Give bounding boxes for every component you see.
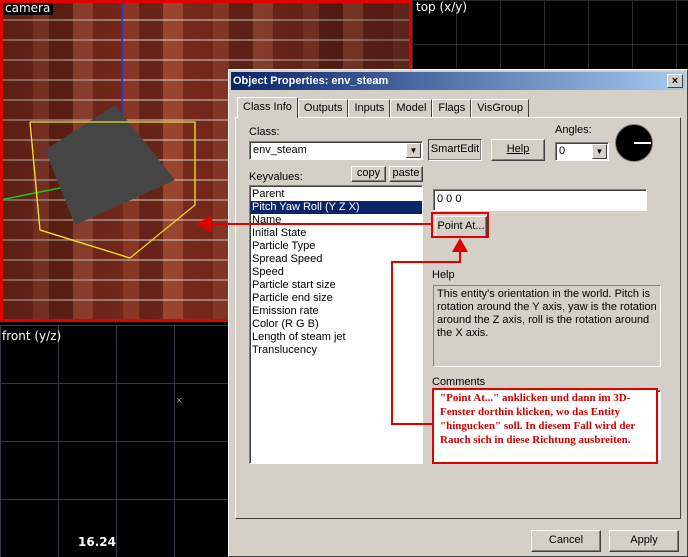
keyvalues-label: Keyvalues: <box>249 171 303 183</box>
keyvalue-input[interactable]: 0 0 0 <box>433 189 647 211</box>
keyvalue-item[interactable]: Speed <box>250 266 422 279</box>
chevron-down-icon[interactable]: ▼ <box>406 143 421 158</box>
angles-label: Angles: <box>555 124 592 136</box>
class-dropdown[interactable]: env_steam ▼ <box>249 141 423 160</box>
tab-model[interactable]: Model <box>390 99 433 117</box>
annotation-note: "Point At..." anklicken und dann im 3D-F… <box>432 388 658 464</box>
point-at-highlight <box>431 212 489 238</box>
angle-dial-icon[interactable] <box>615 124 653 162</box>
copy-button[interactable]: copy <box>351 166 386 182</box>
tab-class-info[interactable]: Class Info <box>237 97 298 118</box>
keyvalue-item[interactable]: Initial State <box>250 227 422 240</box>
smartedit-label: SmartEdit <box>430 143 480 155</box>
dialog-titlebar[interactable]: Object Properties: env_steam × <box>231 72 685 90</box>
keyvalue-item[interactable]: Translucency <box>250 344 422 357</box>
camera-viewport-label: camera <box>3 3 54 15</box>
front-viewport-label: front (y/z) <box>2 329 62 343</box>
class-label: Class: <box>249 126 280 138</box>
top-viewport[interactable]: top (x/y) <box>412 0 688 69</box>
keyvalue-item[interactable]: Particle end size <box>250 292 422 305</box>
keyvalue-item[interactable]: Name <box>250 214 422 227</box>
keyvalue-item[interactable]: Spread Speed <box>250 253 422 266</box>
copy-label: copy <box>356 167 381 179</box>
apply-button[interactable]: Apply <box>609 530 679 552</box>
cancel-button[interactable]: Cancel <box>531 530 601 552</box>
help-text: This entity's orientation in the world. … <box>437 288 657 339</box>
tab-bar: Class Info Outputs Inputs Model Flags Vi… <box>237 97 529 118</box>
front-viewport[interactable]: front (y/z) × 16.24 <box>0 325 228 557</box>
keyvalues-list[interactable]: Parent Pitch Yaw Roll (Y Z X) Name Initial … <box>249 185 423 464</box>
tab-outputs[interactable]: Outputs <box>297 99 349 117</box>
keyvalue-item[interactable]: Pitch Yaw Roll (Y Z X) <box>250 201 422 214</box>
keyvalue-item[interactable]: Particle Type <box>250 240 422 253</box>
cancel-label: Cancel <box>548 534 584 546</box>
chevron-down-icon[interactable]: ▼ <box>592 144 607 159</box>
keyvalue-item[interactable]: Color (R G B) <box>250 318 422 331</box>
smartedit-button[interactable]: SmartEdit <box>428 139 482 161</box>
origin-marker: × <box>176 395 183 407</box>
keyvalue-item[interactable]: Particle start size <box>250 279 422 292</box>
keyvalue-item[interactable]: Length of steam jet <box>250 331 422 344</box>
steam-cone-shape <box>45 105 175 225</box>
paste-label: paste <box>392 167 420 179</box>
object-properties-dialog: Object Properties: env_steam × Class Inf… <box>228 69 688 557</box>
coordinate-readout: 16.24 <box>78 535 116 549</box>
dialog-title: Object Properties: env_steam <box>233 75 389 87</box>
class-value: env_steam <box>253 144 307 156</box>
keyvalue-item[interactable]: Emission rate <box>250 305 422 318</box>
angles-dropdown[interactable]: 0 ▼ <box>555 142 609 161</box>
keyvalue-item[interactable]: Parent <box>250 188 422 201</box>
angle-dial-needle <box>634 142 651 144</box>
top-viewport-label: top (x/y) <box>416 0 468 14</box>
angles-value: 0 <box>559 145 566 157</box>
close-button[interactable]: × <box>667 74 683 88</box>
help-label: Help <box>432 269 455 281</box>
help-button[interactable]: Help <box>491 139 545 161</box>
keyvalue-value: 0 0 0 <box>437 193 462 205</box>
help-button-label: Help <box>506 143 530 155</box>
tab-inputs[interactable]: Inputs <box>348 99 391 117</box>
paste-button[interactable]: paste <box>389 166 423 182</box>
comments-label: Comments <box>432 376 486 388</box>
apply-label: Apply <box>630 534 658 546</box>
tab-visgroup[interactable]: VisGroup <box>471 99 529 117</box>
help-text-box: This entity's orientation in the world. … <box>433 285 661 367</box>
front-grid <box>0 325 228 557</box>
tab-flags[interactable]: Flags <box>432 99 472 117</box>
